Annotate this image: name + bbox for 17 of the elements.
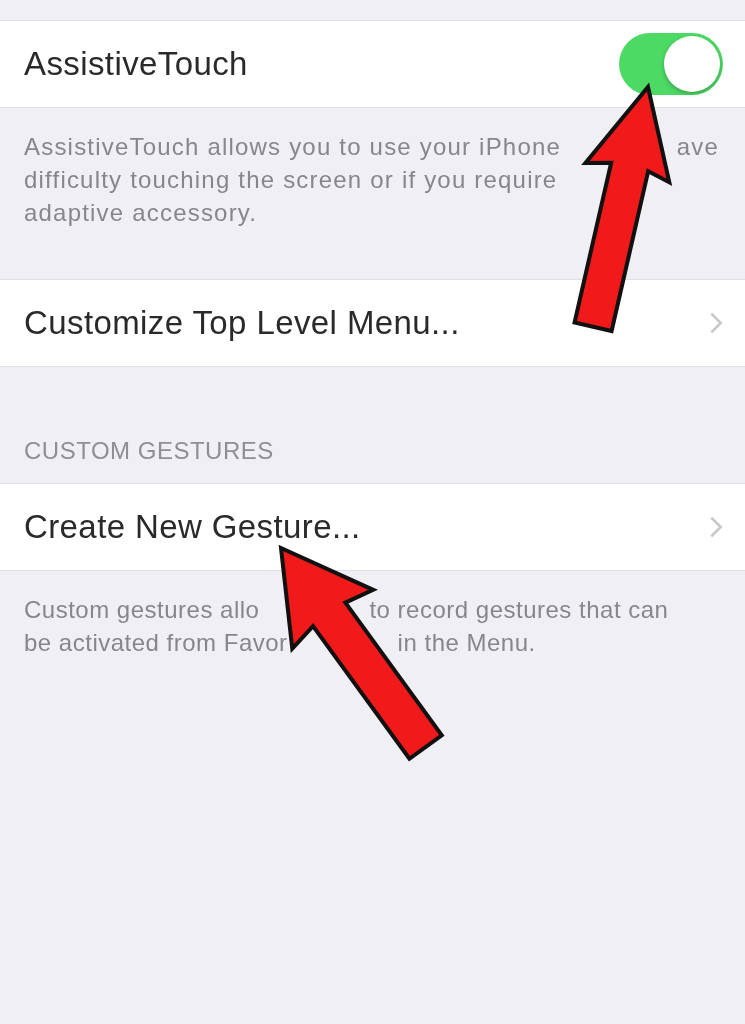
- create-gesture-label: Create New Gesture...: [24, 508, 361, 546]
- customize-menu-row[interactable]: Customize Top Level Menu...: [0, 279, 745, 367]
- assistivetouch-label: AssistiveTouch: [24, 45, 248, 83]
- section-header: CUSTOM GESTURES: [23, 437, 275, 466]
- chevron-icon: [709, 515, 723, 539]
- description-text: Custom gestures allo: [24, 595, 260, 625]
- description-text: AssistiveTouch allows you to use your iPhone: [24, 132, 562, 162]
- description-text: to record gestures that can: [369, 595, 669, 625]
- description-text: adaptive accessory.: [24, 198, 258, 228]
- description-text: difficulty touching the screen or if you require: [24, 165, 558, 195]
- description-text: be activated from Favor: [24, 628, 288, 658]
- description-text: ave: [676, 132, 719, 162]
- description-text: in the Menu.: [397, 628, 536, 658]
- create-gesture-row[interactable]: Create New Gesture...: [0, 483, 745, 571]
- assistivetouch-toggle[interactable]: [619, 33, 723, 95]
- customize-menu-label: Customize Top Level Menu...: [24, 304, 460, 342]
- chevron-icon: [709, 311, 723, 335]
